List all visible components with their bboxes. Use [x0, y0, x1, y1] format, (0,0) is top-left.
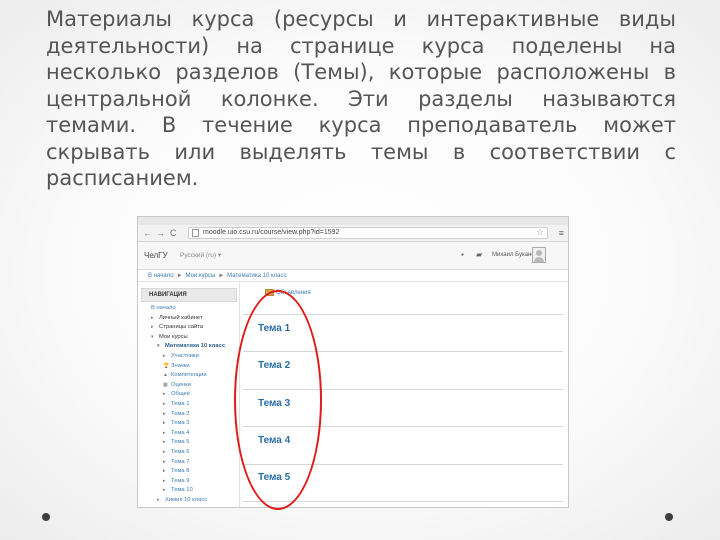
page-icon [192, 229, 199, 237]
avatar[interactable] [532, 247, 546, 263]
grades-icon: ▦ [163, 381, 168, 388]
competency-icon: ▲ [163, 372, 168, 379]
breadcrumb-item[interactable]: Мои курсы [186, 273, 216, 279]
breadcrumb: В начало ► Мои курсы ► Математика 10 класс [138, 270, 568, 282]
bell-icon[interactable]: ▪ [461, 250, 464, 259]
nav-item-topic[interactable]: ▸ Тема 10 [141, 486, 237, 496]
navigation-list: В начало ▸ Личный кабинет ▸ Страницы сайта… [141, 302, 237, 505]
nav-item-grades[interactable]: ▦ Оценки [141, 381, 237, 391]
nav-item-topic[interactable]: ▸ Тема 7 [141, 458, 237, 468]
arrow-right-icon[interactable]: → [156, 227, 165, 239]
nav-item-topic[interactable]: ▸ Тема 5 [141, 438, 237, 448]
nav-item-home[interactable]: В начало [141, 304, 237, 314]
nav-item-course[interactable]: ▾ Математика 10 класс [141, 342, 237, 352]
navigation-block: НАВИГАЦИЯ В начало ▸ Личный кабинет ▸ Стра… [141, 288, 237, 506]
nav-item-topic[interactable]: ▸ Тема 4 [141, 429, 237, 439]
nav-item-topic[interactable]: ▸ Тема 9 [141, 477, 237, 487]
breadcrumb-item[interactable]: В начало [148, 273, 174, 279]
nav-item-participants[interactable]: ▸ Участники [141, 352, 237, 362]
browser-toolbar: ← → C moodle.uio.csu.ru/course/view.php?… [138, 225, 568, 242]
slide-description: Материалы курса (ресурсы и интерактивные… [46, 7, 676, 190]
nav-item-topic[interactable]: ▸ Тема 2 [141, 410, 237, 420]
slide-bullet [665, 513, 673, 521]
nav-item-badges[interactable]: 🏆 Значки [141, 362, 237, 372]
nav-item-dashboard[interactable]: ▸ Личный кабинет [141, 314, 237, 324]
highlight-ellipse [234, 290, 322, 510]
nav-item-site-pages[interactable]: ▸ Страницы сайта [141, 323, 237, 333]
trophy-icon: 🏆 [163, 362, 170, 369]
user-name[interactable]: Михаил Буканов [492, 252, 538, 258]
nav-item-my-courses[interactable]: ▾ Мои курсы [141, 333, 237, 343]
reload-icon[interactable]: C [170, 227, 177, 239]
tab-strip [138, 217, 568, 225]
menu-icon[interactable]: ≡ [559, 227, 564, 239]
address-bar[interactable]: moodle.uio.csu.ru/course/view.php?id=159… [188, 227, 548, 239]
nav-item-topic[interactable]: ▸ Тема 1 [141, 400, 237, 410]
language-selector[interactable]: Русский (ru) ▾ [180, 251, 221, 259]
browser-window: ← → C moodle.uio.csu.ru/course/view.php?… [137, 216, 569, 508]
nav-item-general[interactable]: ▸ Общее [141, 390, 237, 400]
navigation-heading: НАВИГАЦИЯ [141, 288, 237, 302]
url-text: moodle.uio.csu.ru/course/view.php?id=159… [203, 229, 340, 236]
nav-item-topic[interactable]: ▸ Тема 3 [141, 419, 237, 429]
arrow-left-icon[interactable]: ← [143, 227, 152, 239]
nav-item-competencies[interactable]: ▲ Компетенции [141, 371, 237, 381]
slide-bullet [42, 513, 50, 521]
star-icon[interactable]: ☆ [536, 227, 544, 237]
site-header: ЧелГУ Русский (ru) ▾ ▪ ▰ Михаил Буканов [138, 242, 568, 270]
site-brand[interactable]: ЧелГУ [144, 251, 168, 260]
nav-item-topic[interactable]: ▸ Тема 8 [141, 467, 237, 477]
breadcrumb-item[interactable]: Математика 10 класс [227, 273, 286, 279]
message-icon[interactable]: ▰ [476, 250, 482, 259]
nav-item-topic[interactable]: ▸ Тема 6 [141, 448, 237, 458]
nav-item-course[interactable]: ▸ Химия 10 класс [141, 496, 237, 506]
